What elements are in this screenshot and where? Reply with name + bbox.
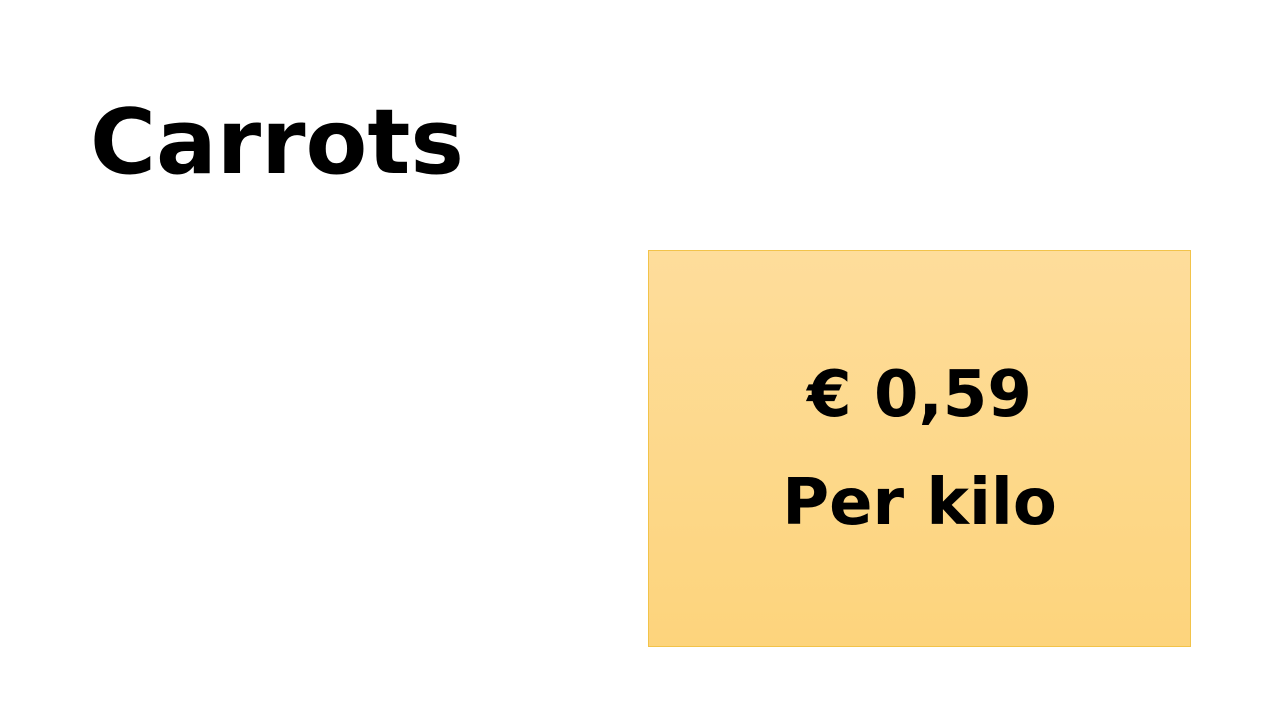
slide: Carrots € 0,59 Per kilo [0, 0, 1280, 720]
price-box: € 0,59 Per kilo [648, 250, 1191, 647]
price-value: € 0,59 [807, 357, 1032, 432]
price-unit: Per kilo [782, 465, 1057, 540]
product-title: Carrots [90, 90, 464, 195]
